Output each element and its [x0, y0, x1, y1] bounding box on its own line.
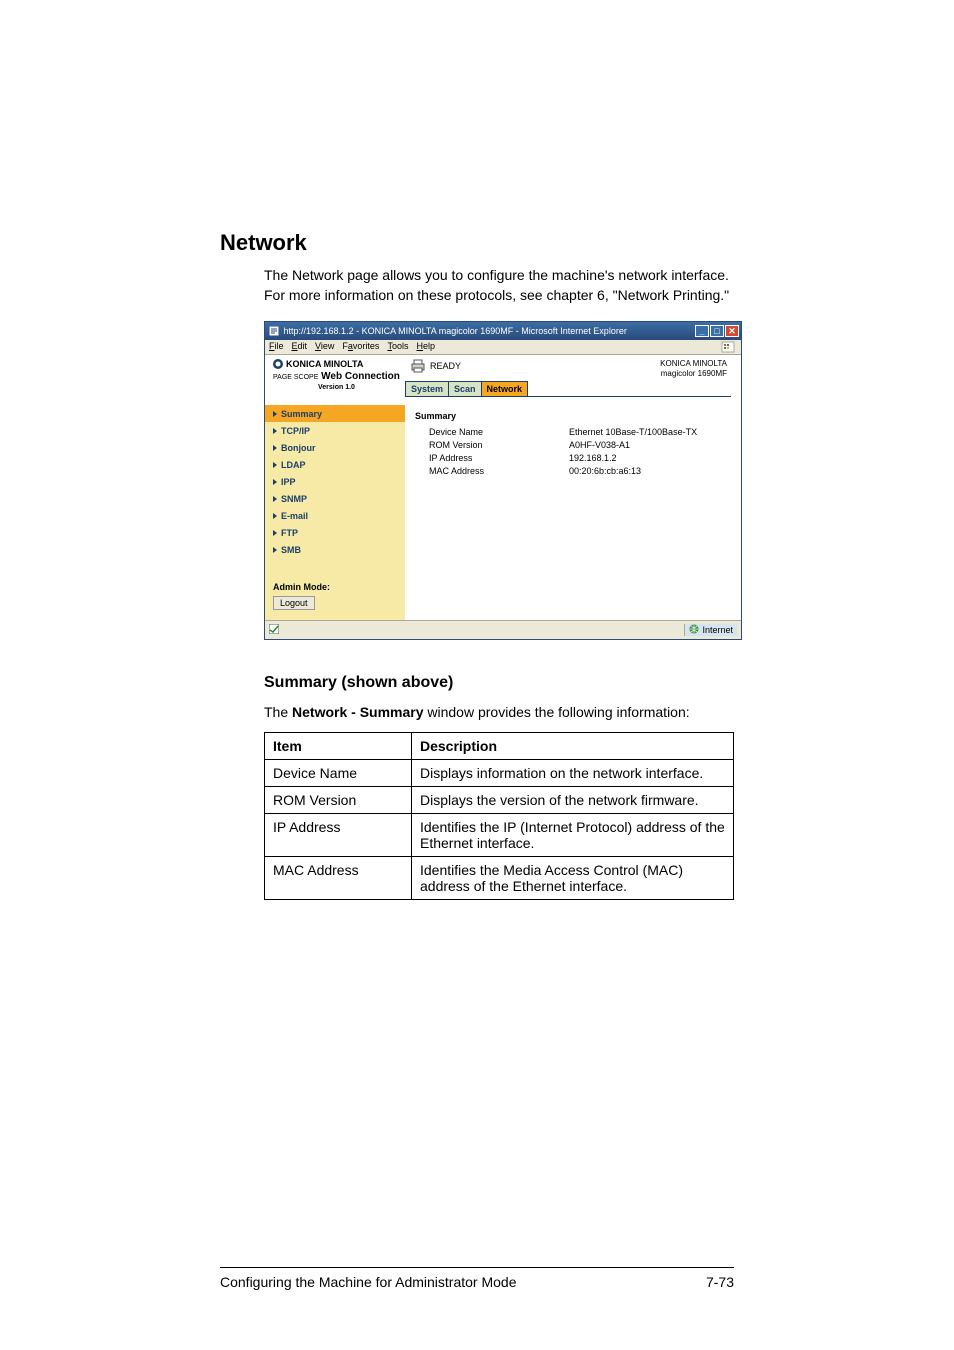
- menu-view[interactable]: View: [315, 341, 334, 353]
- table-cell-item: ROM Version: [265, 787, 412, 814]
- brand-mark-icon: [273, 359, 283, 369]
- triangle-icon: [273, 530, 277, 536]
- footer-pagenum: 7-73: [706, 1274, 734, 1290]
- value-rom-version: A0HF-V038-A1: [569, 440, 731, 450]
- table-row: IP Address Identifies the IP (Internet P…: [265, 814, 734, 857]
- triangle-icon: [273, 547, 277, 553]
- internet-zone-icon: [689, 624, 699, 636]
- device-label: KONICA MINOLTA magicolor 1690MF: [660, 359, 727, 378]
- value-device-name: Ethernet 10Base-T/100Base-TX: [569, 427, 731, 437]
- sidebar: Summary TCP/IP Bonjour LDAP IPP SNMP E-m…: [265, 405, 405, 620]
- content-pane: Summary Device NameEthernet 10Base-T/100…: [405, 405, 741, 620]
- content-title: Summary: [415, 411, 731, 421]
- printer-icon: [410, 359, 426, 373]
- admin-mode-label: Admin Mode:: [273, 582, 401, 592]
- menu-file[interactable]: File: [269, 341, 284, 353]
- sidebar-item-ftp[interactable]: FTP: [265, 524, 405, 541]
- status-ready: READY: [410, 359, 461, 373]
- table-header-item: Item: [265, 733, 412, 760]
- tab-system[interactable]: System: [405, 381, 449, 396]
- triangle-icon: [273, 462, 277, 468]
- done-icon: [269, 624, 279, 636]
- label-mac-address: MAC Address: [415, 466, 569, 476]
- summary-subheading: Summary (shown above): [264, 674, 734, 692]
- brand-logo: KONICA MINOLTA: [273, 359, 400, 369]
- table-cell-item: IP Address: [265, 814, 412, 857]
- sidebar-item-smb[interactable]: SMB: [265, 541, 405, 558]
- title-bar: http://192.168.1.2 - KONICA MINOLTA magi…: [265, 322, 741, 340]
- menu-tools[interactable]: Tools: [387, 341, 408, 353]
- triangle-icon: [273, 445, 277, 451]
- maximize-button[interactable]: □: [710, 325, 724, 337]
- table-cell-desc: Identifies the IP (Internet Protocol) ad…: [412, 814, 734, 857]
- triangle-icon: [273, 479, 277, 485]
- tab-row: System Scan Network: [405, 381, 731, 397]
- tab-network[interactable]: Network: [481, 381, 529, 396]
- triangle-icon: [273, 411, 277, 417]
- tab-scan[interactable]: Scan: [448, 381, 482, 396]
- label-device-name: Device Name: [415, 427, 569, 437]
- sidebar-item-ldap[interactable]: LDAP: [265, 456, 405, 473]
- title-bar-text: http://192.168.1.2 - KONICA MINOLTA magi…: [267, 326, 695, 336]
- label-ip-address: IP Address: [415, 453, 569, 463]
- product-logo: PAGE SCOPE Web Connection: [273, 371, 400, 382]
- info-table: Item Description Device Name Displays in…: [264, 732, 734, 900]
- label-rom-version: ROM Version: [415, 440, 569, 450]
- table-cell-desc: Identifies the Media Access Control (MAC…: [412, 857, 734, 900]
- version-text: Version 1.0: [273, 384, 400, 391]
- menu-help[interactable]: Help: [416, 341, 435, 353]
- table-cell-item: Device Name: [265, 760, 412, 787]
- sidebar-item-ipp[interactable]: IPP: [265, 473, 405, 490]
- table-cell-desc: Displays the version of the network firm…: [412, 787, 734, 814]
- browser-window: http://192.168.1.2 - KONICA MINOLTA magi…: [264, 321, 742, 640]
- sidebar-item-bonjour[interactable]: Bonjour: [265, 439, 405, 456]
- triangle-icon: [273, 428, 277, 434]
- footer-rule: [220, 1267, 734, 1268]
- triangle-icon: [273, 496, 277, 502]
- sidebar-item-tcpip[interactable]: TCP/IP: [265, 422, 405, 439]
- table-row: ROM Version Displays the version of the …: [265, 787, 734, 814]
- sidebar-item-email[interactable]: E-mail: [265, 507, 405, 524]
- section-heading: Network: [220, 230, 734, 256]
- page-header: KONICA MINOLTA PAGE SCOPE Web Connection…: [265, 355, 741, 405]
- menu-bar: File Edit View Favorites Tools Help: [265, 340, 741, 355]
- status-bar: Internet: [265, 620, 741, 639]
- value-mac-address: 00:20:6b:cb:a6:13: [569, 466, 731, 476]
- menu-favorites[interactable]: Favorites: [342, 341, 379, 353]
- minimize-button[interactable]: _: [695, 325, 709, 337]
- close-button[interactable]: ✕: [725, 325, 739, 337]
- menu-edit[interactable]: Edit: [292, 341, 308, 353]
- intro-paragraph: The Network page allows you to configure…: [264, 266, 734, 305]
- sidebar-item-snmp[interactable]: SNMP: [265, 490, 405, 507]
- triangle-icon: [273, 513, 277, 519]
- footer-text: Configuring the Machine for Administrato…: [220, 1274, 516, 1290]
- logout-button[interactable]: Logout: [273, 596, 315, 610]
- table-row: Device Name Displays information on the …: [265, 760, 734, 787]
- table-cell-desc: Displays information on the network inte…: [412, 760, 734, 787]
- table-row: MAC Address Identifies the Media Access …: [265, 857, 734, 900]
- sidebar-item-summary[interactable]: Summary: [265, 405, 405, 422]
- ie-flag-icon: [719, 341, 737, 353]
- table-header-description: Description: [412, 733, 734, 760]
- ie-page-icon: [269, 326, 279, 336]
- table-cell-item: MAC Address: [265, 857, 412, 900]
- value-ip-address: 192.168.1.2: [569, 453, 731, 463]
- status-internet-text: Internet: [702, 625, 733, 635]
- summary-description: The Network - Summary window provides th…: [264, 704, 734, 720]
